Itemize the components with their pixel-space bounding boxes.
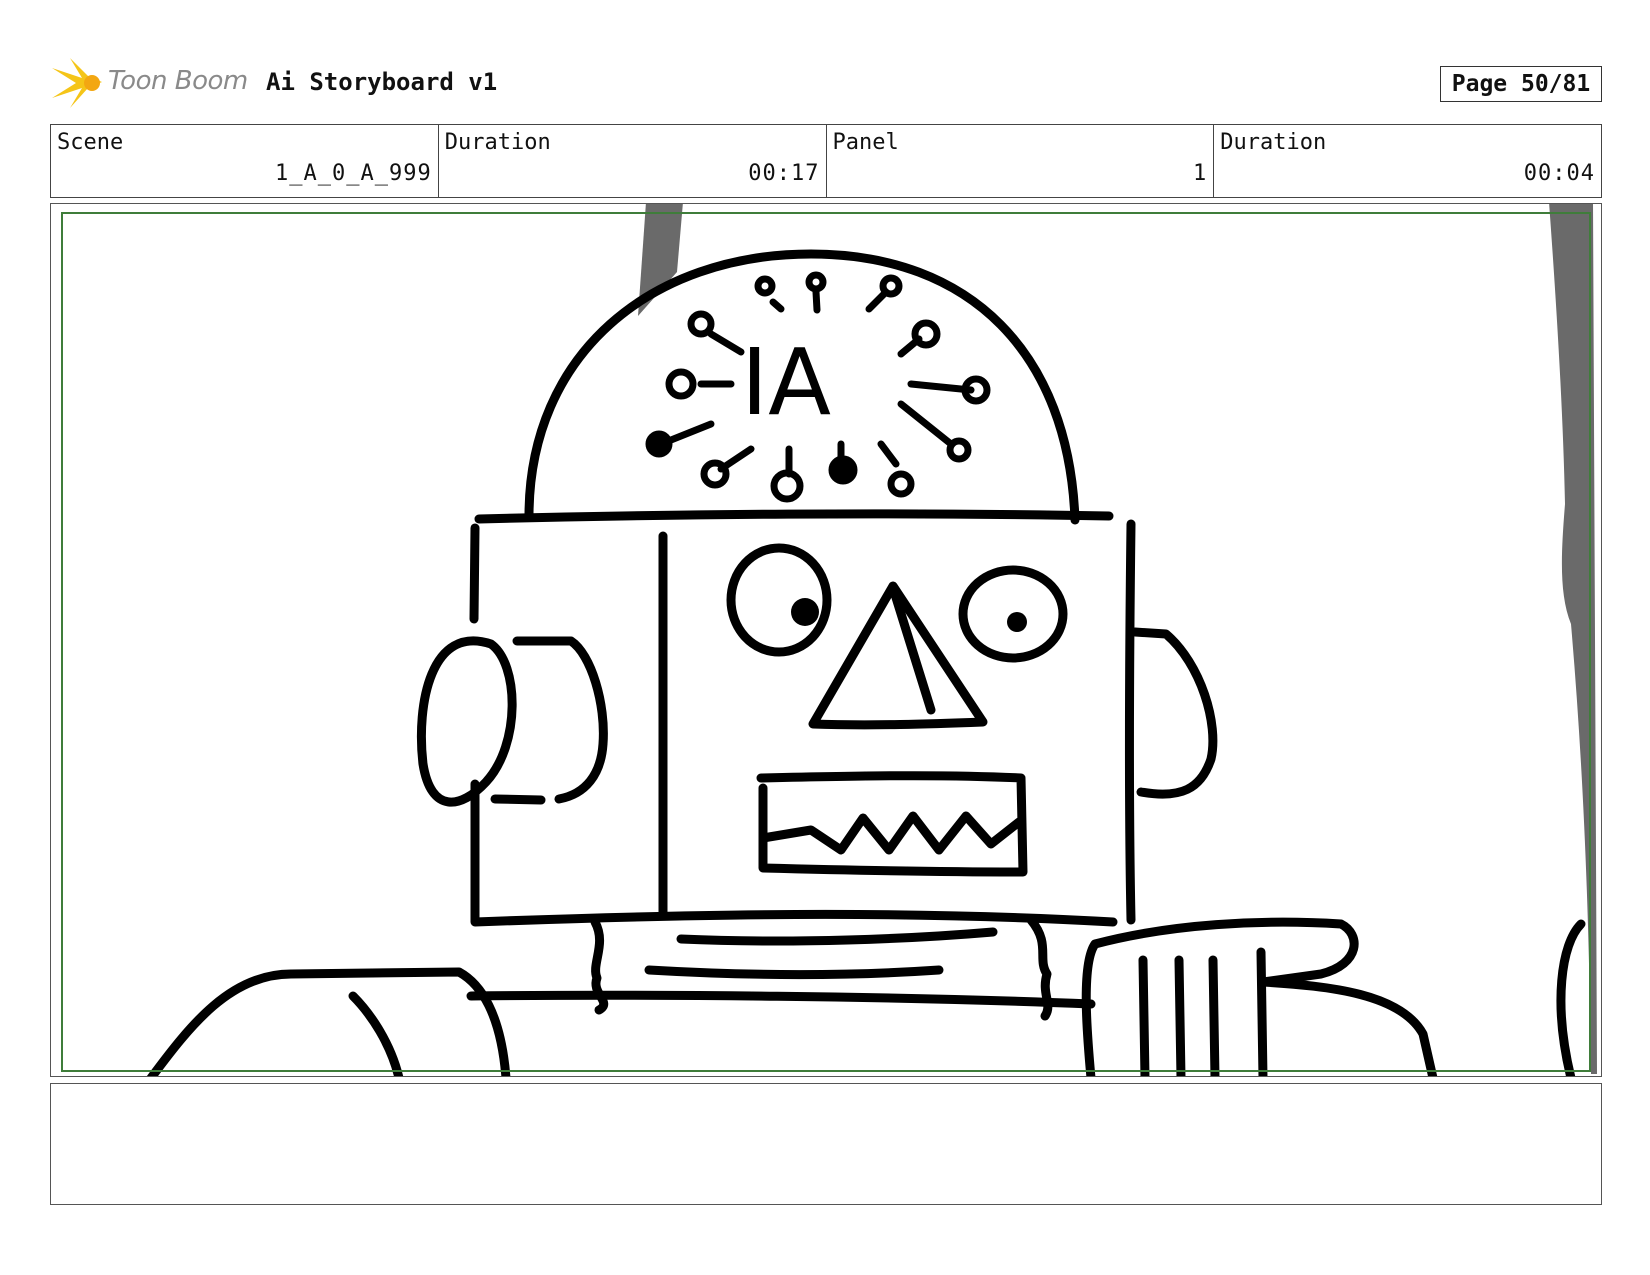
scene-duration-value: 00:17: [748, 161, 820, 186]
document-title: Ai Storyboard v1: [266, 68, 498, 96]
panel-duration-cell: Duration 00:04: [1214, 125, 1601, 197]
scene-duration-label: Duration: [444, 130, 551, 155]
scene-label: Scene: [57, 130, 124, 155]
safe-area-frame: [61, 212, 1591, 1072]
toon-boom-logo: Toon Boom: [52, 56, 252, 110]
star-burst-icon: [52, 58, 102, 108]
page-indicator: Page 50/81: [1440, 66, 1602, 102]
scene-value: 1_A_0_A_999: [275, 161, 432, 186]
panel-info-row: Scene 1_A_0_A_999 Duration 00:17 Panel 1…: [50, 124, 1602, 198]
panel-image-frame: IA: [50, 203, 1602, 1077]
scene-cell: Scene 1_A_0_A_999: [51, 125, 439, 197]
panel-duration-label: Duration: [1220, 130, 1327, 155]
logo-text: Toon Boom: [108, 66, 248, 96]
scene-duration-cell: Duration 00:17: [439, 125, 827, 197]
panel-label: Panel: [832, 130, 899, 155]
panel-duration-value: 00:04: [1523, 161, 1595, 186]
panel-value: 1: [1193, 161, 1208, 186]
panel-notes-box[interactable]: [50, 1083, 1602, 1205]
panel-cell: Panel 1: [827, 125, 1215, 197]
